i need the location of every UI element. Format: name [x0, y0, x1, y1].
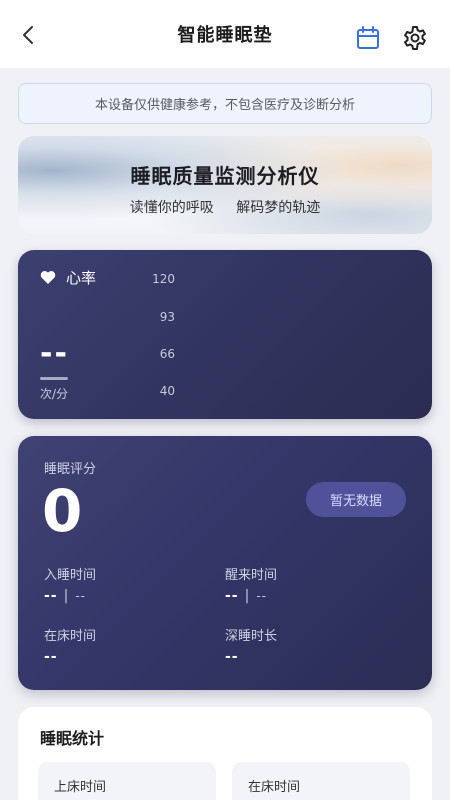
heart-rate-value: --	[40, 336, 69, 371]
banner-subtitle: 读懂你的呼吸 解码梦的轨迹	[18, 197, 432, 217]
time-in-bed-value: --	[44, 649, 58, 665]
sleep-statistics-title: 睡眠统计	[40, 729, 105, 748]
heart-rate-unit: 次/分	[40, 387, 69, 401]
chevron-left-icon	[23, 26, 33, 44]
wake-up-time-value: -- | --	[225, 588, 267, 604]
heart-rate-underline	[40, 377, 68, 380]
back-button[interactable]	[18, 24, 40, 46]
fall-asleep-time-sub: --	[75, 589, 87, 603]
heart-rate-axis-tick: 40	[159, 384, 175, 398]
banner-subtitle-left: 读懂你的呼吸	[129, 200, 214, 216]
stat-tile-bedtime[interactable]: 上床时间	[38, 762, 216, 800]
fall-asleep-time-label: 入睡时间	[44, 568, 97, 583]
disclaimer-text: 本设备仅供健康参考，不包含医疗及诊断分析	[94, 98, 355, 113]
deep-sleep-duration-label: 深睡时长	[225, 629, 278, 644]
divider: |	[244, 588, 251, 604]
banner-title: 睡眠质量监测分析仪	[130, 164, 320, 188]
deep-sleep-duration-value: --	[225, 649, 239, 665]
heart-rate-axis-tick: 93	[159, 310, 175, 324]
top-app-bar: 智能睡眠垫	[0, 0, 450, 68]
divider: |	[63, 588, 70, 604]
page-title: 智能睡眠垫	[177, 25, 273, 46]
fall-asleep-time-main: --	[44, 588, 58, 604]
heart-rate-card[interactable]: 心率 -- 次/分 120 93 66 40	[18, 250, 432, 419]
heart-rate-axis-tick: 120	[152, 272, 175, 286]
stat-tile-label: 在床时间	[248, 780, 301, 795]
wake-up-time-label: 醒来时间	[225, 568, 278, 583]
fall-asleep-time-value: -- | --	[44, 588, 86, 604]
settings-button[interactable]	[402, 25, 428, 51]
stat-tile-label: 上床时间	[54, 780, 107, 795]
banner-subtitle-right: 解码梦的轨迹	[236, 200, 321, 216]
sleep-score-value: 0	[42, 477, 83, 545]
sleep-statistics-card: 睡眠统计 上床时间 在床时间	[18, 707, 432, 800]
hero-banner: 睡眠质量监测分析仪 读懂你的呼吸 解码梦的轨迹	[18, 136, 432, 234]
time-in-bed-label: 在床时间	[44, 629, 97, 644]
sleep-score-label: 睡眠评分	[44, 462, 97, 477]
calendar-icon	[357, 26, 379, 49]
no-data-badge[interactable]: 暂无数据	[306, 482, 406, 517]
wake-up-time-sub: --	[256, 589, 268, 603]
heart-rate-label: 心率	[66, 269, 97, 287]
heart-icon	[40, 271, 56, 284]
calendar-button[interactable]	[356, 26, 380, 50]
sleep-score-card[interactable]: 睡眠评分 0 暂无数据 入睡时间 -- | -- 醒来时间 -- | -- 在床时间 -…	[18, 436, 432, 690]
disclaimer-notice: 本设备仅供健康参考，不包含医疗及诊断分析	[18, 83, 432, 124]
stat-tile-time-in-bed[interactable]: 在床时间	[232, 762, 410, 800]
wake-up-time-main: --	[225, 588, 239, 604]
gear-icon	[404, 26, 426, 50]
heart-rate-axis-tick: 66	[159, 347, 175, 361]
